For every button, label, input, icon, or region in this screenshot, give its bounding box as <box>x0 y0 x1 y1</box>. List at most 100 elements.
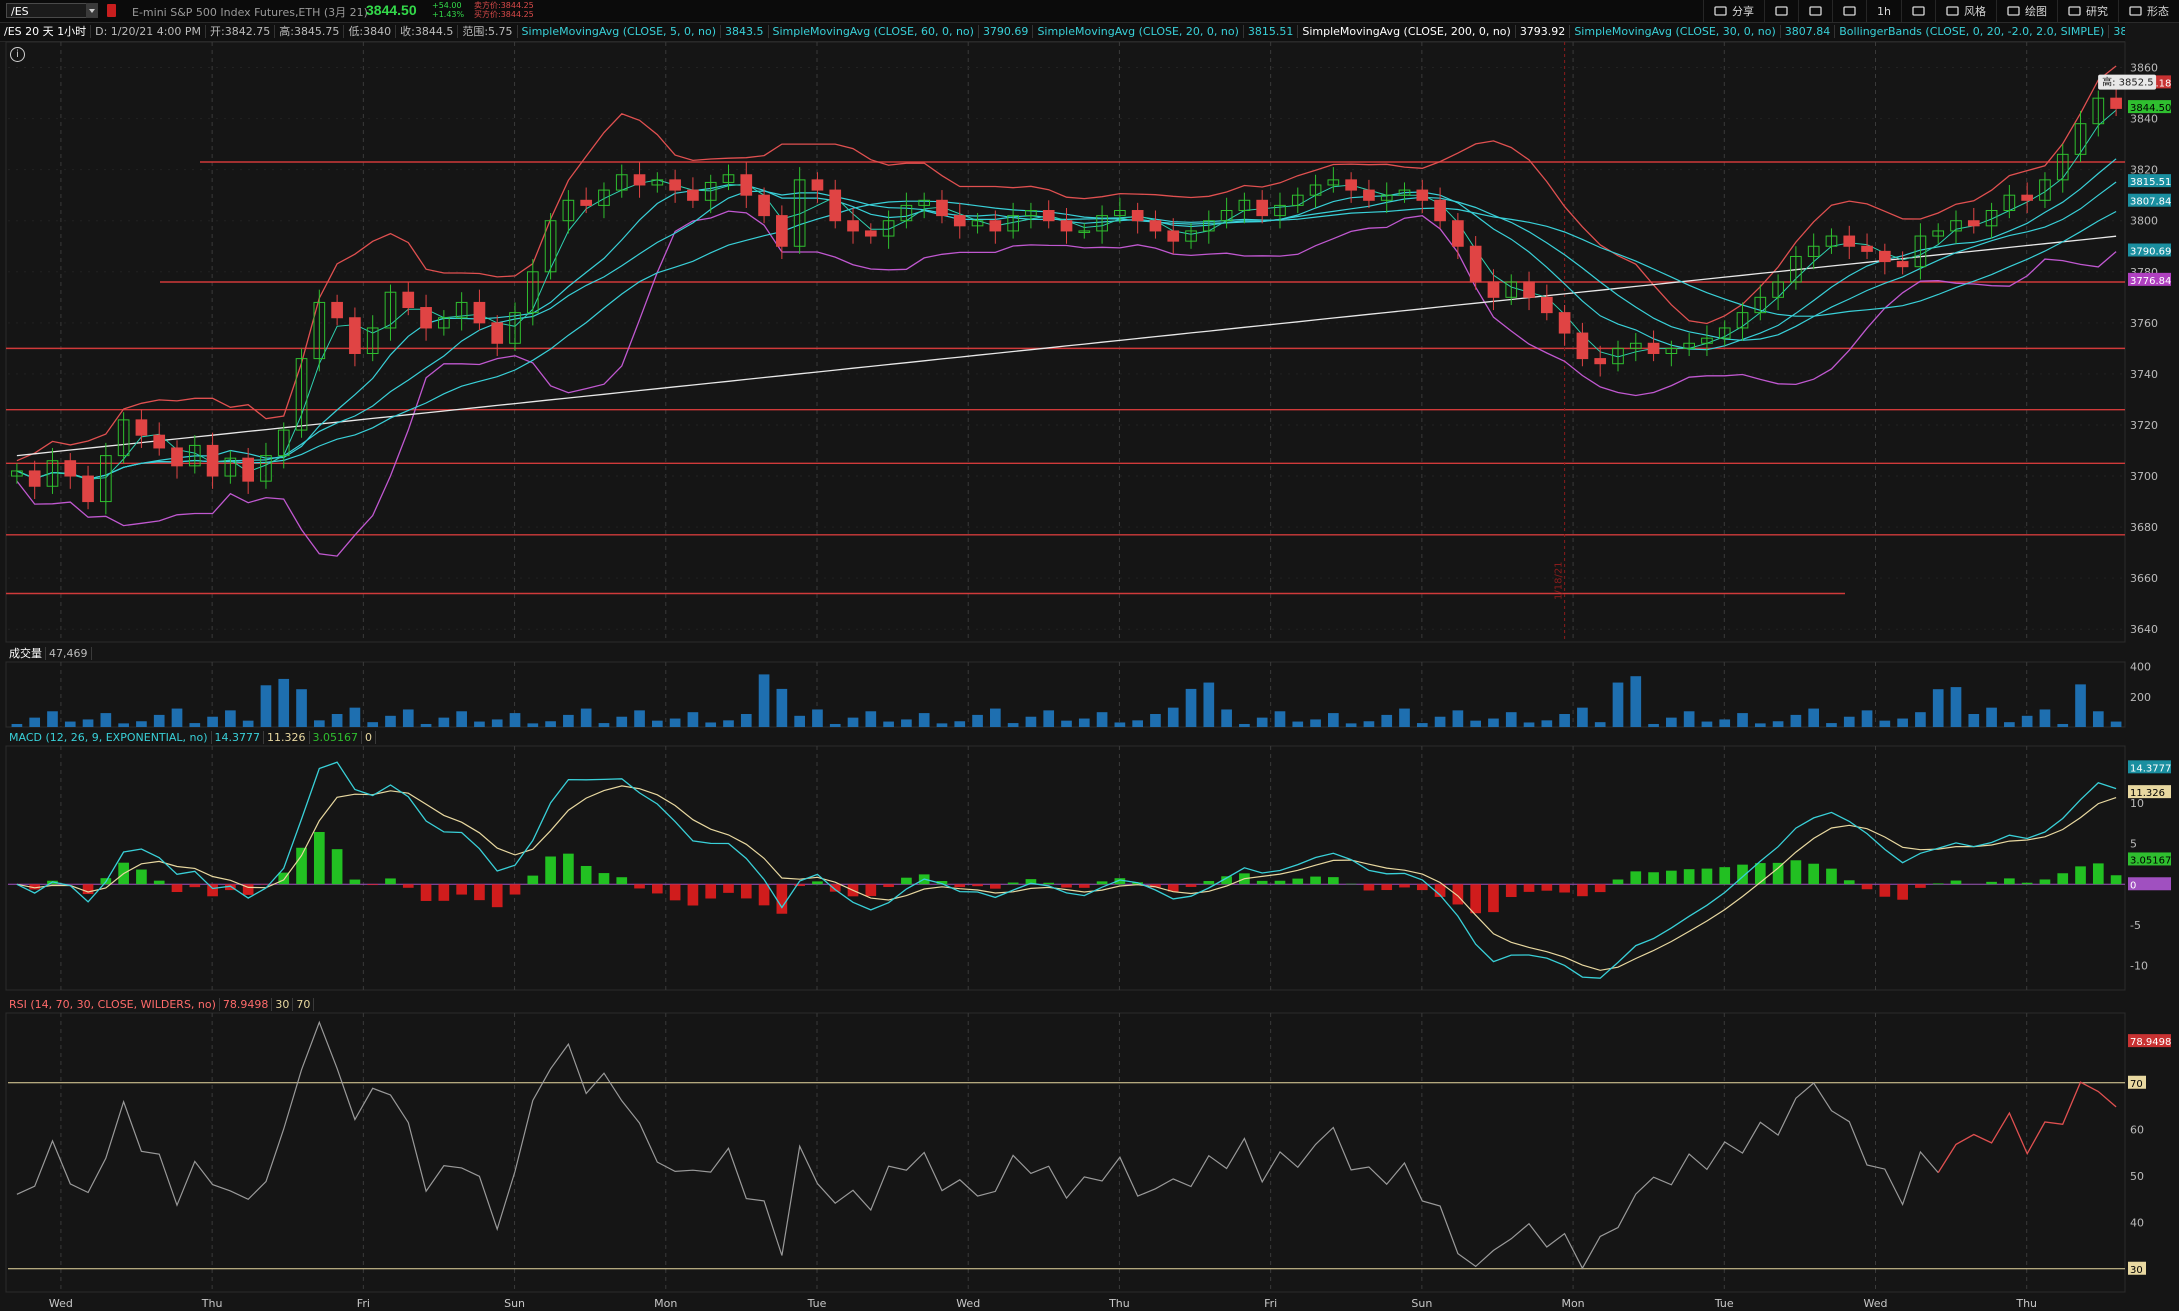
candle-body <box>82 475 94 503</box>
toolbar-item-0[interactable]: 分享 <box>1703 0 1764 22</box>
volume-bar <box>1363 721 1375 727</box>
candle-body <box>313 301 326 360</box>
macd-line <box>16 761 2117 979</box>
macd-histogram-bar <box>936 881 948 885</box>
price-tag-bb_lower <box>2128 272 2171 286</box>
study-item-12[interactable]: 3815.51 <box>1243 25 1299 38</box>
candle-body <box>1202 220 1215 232</box>
price-tag-sma30 <box>2128 193 2171 207</box>
study-item-9[interactable]: SimpleMovingAvg (CLOSE, 60, 0, no) <box>768 25 979 38</box>
timeframe-text: 1h <box>1877 5 1891 18</box>
x-day-label: Fri <box>1264 1297 1277 1310</box>
candle-body <box>224 457 237 477</box>
study-item-15[interactable]: SimpleMovingAvg (CLOSE, 30, 0, no) <box>1570 25 1781 38</box>
toolbar-item-8[interactable]: 研究 <box>2057 0 2118 22</box>
toolbar-item-7[interactable]: 绘图 <box>1996 0 2057 22</box>
candle-body <box>384 291 397 329</box>
study-item-8[interactable]: 3843.5 <box>721 25 769 38</box>
toolbar-item-4[interactable]: 1h <box>1866 0 1901 22</box>
symbol-input[interactable]: /ES <box>6 3 98 18</box>
macd-histogram-bar <box>616 877 628 885</box>
candle-body <box>64 460 77 477</box>
volume-value: 47,469 <box>46 647 92 660</box>
volume-bar <box>1470 720 1482 727</box>
toolbar-item-5[interactable] <box>1901 0 1935 22</box>
price-tick-label: 3760 <box>2130 317 2158 330</box>
candle-body <box>1647 342 1660 354</box>
volume-bar <box>1239 723 1250 727</box>
macd-histogram-bar <box>1523 884 1535 892</box>
toolbar-item-6[interactable]: 风格 <box>1935 0 1996 22</box>
macd-histogram-bar <box>1754 863 1766 885</box>
toolbar-item-9[interactable]: 形态 <box>2118 0 2179 22</box>
candle-body <box>1825 235 1838 247</box>
volume-bar <box>2057 723 2069 727</box>
info-icon[interactable]: i <box>10 47 25 62</box>
macd-histogram-bar <box>1950 880 1962 885</box>
volume-bar <box>580 708 592 727</box>
macd-histogram-bar <box>136 869 147 885</box>
volume-tick-label: 200 <box>2130 691 2151 704</box>
macd-tag-label: 0 <box>2130 880 2136 891</box>
flag-icon[interactable] <box>107 4 116 17</box>
candle-body <box>918 199 931 206</box>
macd-histogram-bar <box>865 884 877 897</box>
macd-histogram-bar <box>1132 882 1143 885</box>
candle-body <box>1114 210 1126 217</box>
template-icon <box>1775 5 1788 17</box>
volume-bar <box>367 722 379 727</box>
macd-histogram-bar <box>1666 870 1677 885</box>
volume-bar <box>2004 722 2015 727</box>
volume-bar <box>1221 709 1232 727</box>
candle-body <box>509 312 521 344</box>
study-item-10[interactable]: 3790.69 <box>978 25 1034 38</box>
macd-histogram-bar <box>1292 878 1304 885</box>
macd-histogram-bar <box>1915 884 1926 888</box>
volume-bar <box>901 719 912 727</box>
volume-bar <box>740 714 752 727</box>
toolbar-label-6: 风格 <box>1964 5 1986 18</box>
study-item-14[interactable]: 3793.92 <box>1515 25 1571 38</box>
study-item-17[interactable]: BollingerBands (CLOSE, 0, 20, -2.0, 2.0,… <box>1835 25 2110 38</box>
study-item-11[interactable]: SimpleMovingAvg (CLOSE, 20, 0, no) <box>1033 25 1244 38</box>
study-item-5[interactable]: 收:3844.5 <box>396 25 459 38</box>
macd-panel-frame <box>5 745 2126 991</box>
candle-body <box>331 301 343 319</box>
study-item-7[interactable]: SimpleMovingAvg (CLOSE, 5, 0, no) <box>517 25 721 38</box>
macd-histogram-bar <box>1737 864 1748 885</box>
volume-bar <box>296 689 307 727</box>
study-item-4[interactable]: 低:3840 <box>344 25 397 38</box>
study-item-2[interactable]: 开:3842.75 <box>206 25 276 38</box>
study-item-13[interactable]: SimpleMovingAvg (CLOSE, 200, 0, no) <box>1298 25 1516 38</box>
volume-bar <box>883 721 894 727</box>
rsi-overbought-value: 70 <box>293 998 315 1011</box>
symbol-dropdown-icon[interactable] <box>86 3 98 18</box>
macd-histogram-bar <box>1826 868 1837 885</box>
study-item-1[interactable]: D: 1/20/21 4:00 PM <box>91 25 207 38</box>
candle-body <box>455 301 468 319</box>
toolbar-item-1[interactable] <box>1764 0 1798 22</box>
toolbar-item-2[interactable] <box>1798 0 1832 22</box>
x-day-label: Thu <box>1108 1297 1130 1310</box>
candle-body <box>598 189 610 206</box>
volume-bar <box>1096 712 1108 727</box>
macd-histogram-bar <box>1648 872 1659 885</box>
candle-body <box>1327 179 1340 186</box>
candle-body <box>740 174 753 196</box>
price-panel-frame <box>5 41 2126 643</box>
volume-bar <box>1577 707 1588 727</box>
volume-bar <box>278 678 290 727</box>
candle-body <box>1967 220 1980 227</box>
macd-tag <box>2128 760 2171 774</box>
toolbar-item-3[interactable] <box>1832 0 1866 22</box>
study-item-0[interactable]: /ES 20 天 1小时 <box>0 25 92 38</box>
study-item-6[interactable]: 范围:5.75 <box>458 25 518 38</box>
share-icon <box>1714 5 1727 17</box>
candle-body <box>2110 97 2122 109</box>
candle-body <box>1078 230 1091 233</box>
macd-histogram-bar <box>1808 863 1820 885</box>
study-item-16[interactable]: 3807.84 <box>1780 25 1836 38</box>
study-item-18[interactable]: 3815.51 <box>2109 25 2125 38</box>
study-item-3[interactable]: 高:3845.75 <box>275 25 345 38</box>
macd-header: MACD (12, 26, 9, EXPONENTIAL, no) 14.3777… <box>6 730 377 745</box>
